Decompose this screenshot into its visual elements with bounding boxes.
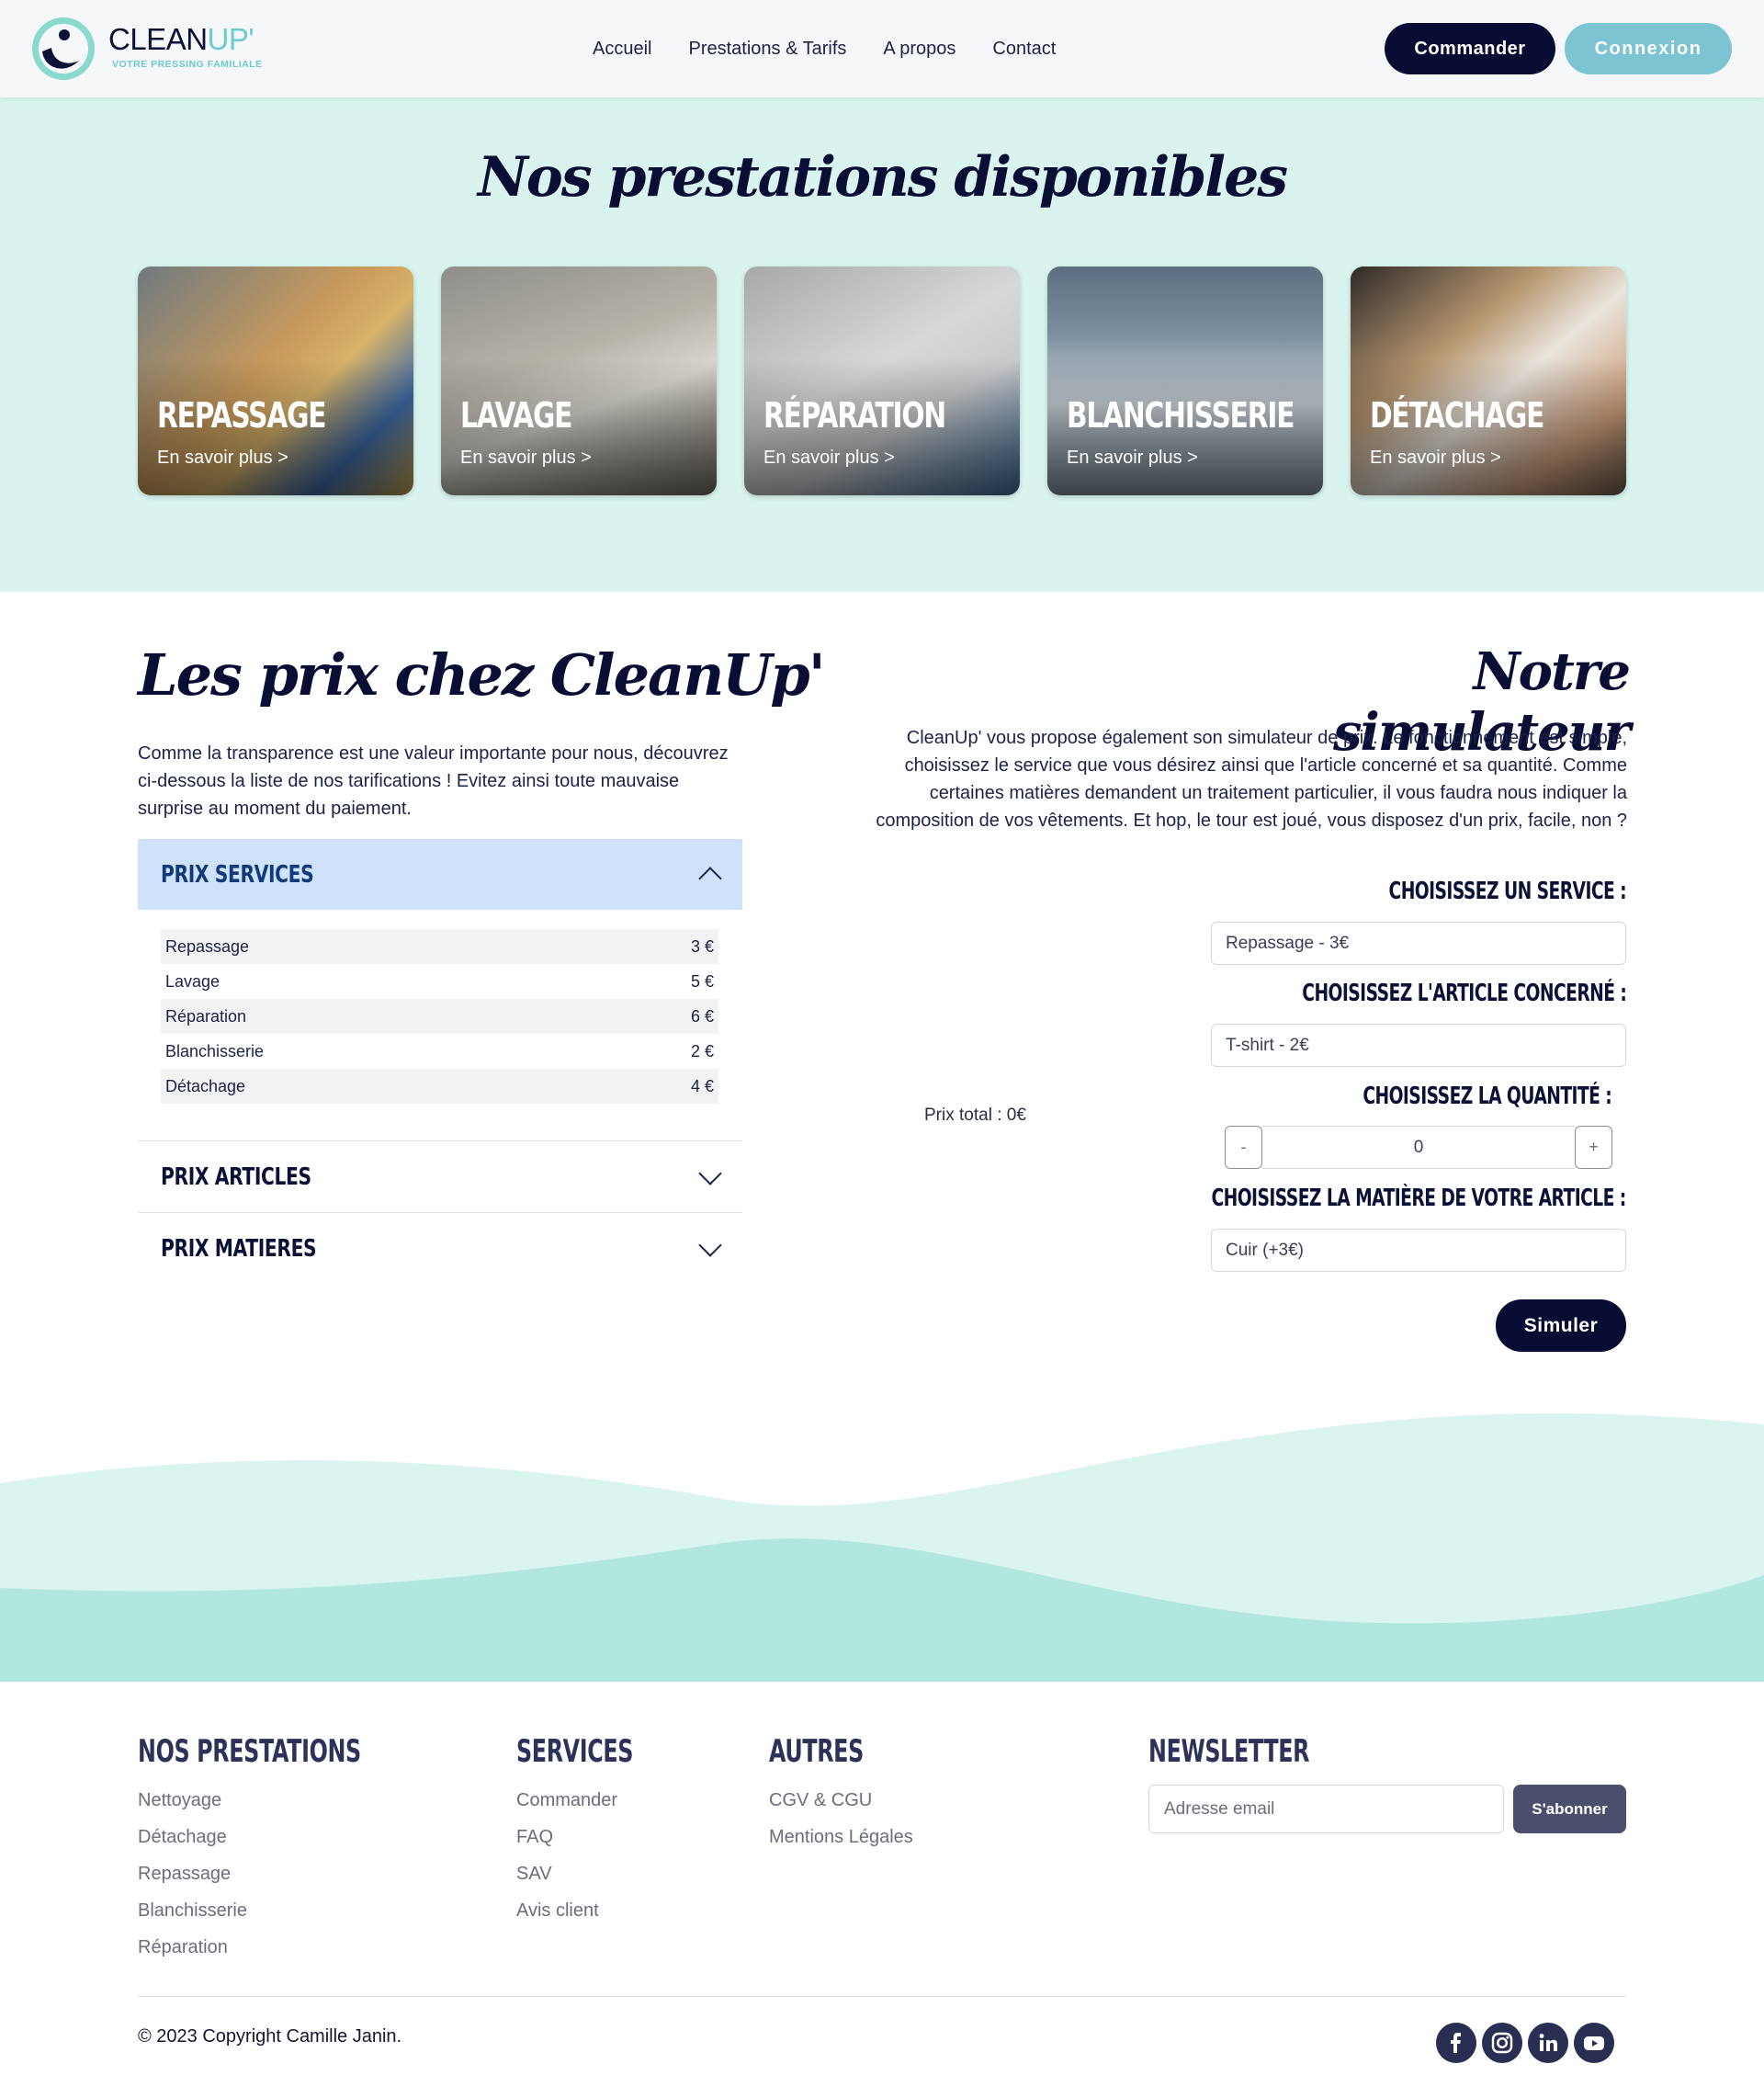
main-nav: Accueil Prestations & Tarifs A propos Co… <box>593 0 1056 97</box>
prestation-cards: REPASSAGE En savoir plus > LAVAGE En sav… <box>138 267 1626 495</box>
order-button[interactable]: Commander <box>1385 23 1555 74</box>
quantity-minus-button[interactable]: - <box>1225 1126 1262 1169</box>
logo-tagline: VOTRE PRESSING FAMILIALE <box>112 59 263 70</box>
footer-heading: AUTRES <box>769 1733 864 1770</box>
accordion-prix-articles: PRIX ARTICLES <box>138 1140 742 1213</box>
card-title: LAVAGE <box>460 395 572 436</box>
nav-a-propos[interactable]: A propos <box>883 39 956 60</box>
youtube-icon[interactable] <box>1574 2023 1614 2063</box>
article-label: CHOISISSEZ L'ARTICLE CONCERNÉ : <box>1301 980 1627 1007</box>
logo-mark-icon <box>32 17 95 80</box>
footer-link[interactable]: SAV <box>516 1855 684 1892</box>
card-lavage[interactable]: LAVAGE En savoir plus > <box>441 267 717 495</box>
footer-link[interactable]: Réparation <box>138 1929 457 1966</box>
footer-link[interactable]: Nettoyage <box>138 1782 457 1819</box>
wave-divider <box>0 1413 1764 1682</box>
table-row: Lavage 5 € <box>165 971 714 991</box>
quantity-label: CHOISISSEZ LA QUANTITÉ : <box>1363 1083 1611 1110</box>
accordion-header[interactable]: PRIX MATIERES <box>138 1213 742 1285</box>
card-detachage[interactable]: DÉTACHAGE En savoir plus > <box>1351 267 1626 495</box>
accordion-label: PRIX MATIERES <box>161 1235 317 1263</box>
nav-contact[interactable]: Contact <box>992 39 1056 60</box>
card-link[interactable]: En savoir plus > <box>460 448 592 469</box>
footer-divider <box>138 1996 1626 1997</box>
card-blanchisserie[interactable]: BLANCHISSERIE En savoir plus > <box>1047 267 1323 495</box>
footer-heading: SERVICES <box>516 1733 634 1770</box>
footer-link[interactable]: CGV & CGU <box>769 1782 913 1819</box>
footer-column-newsletter: NEWSLETTER <box>1148 1733 1378 1770</box>
material-label: CHOISISSEZ LA MATIÈRE DE VOTRE ARTICLE : <box>1211 1185 1627 1212</box>
footer-column-services: SERVICES Commander FAQ SAV Avis client <box>516 1733 684 1929</box>
quantity-plus-button[interactable]: + <box>1575 1126 1612 1169</box>
card-title: RÉPARATION <box>763 395 946 436</box>
accordion-header[interactable]: PRIX ARTICLES <box>138 1141 742 1213</box>
simulator-intro: CleanUp' vous propose également son simu… <box>876 728 1627 831</box>
subscribe-button[interactable]: S'abonner <box>1513 1785 1626 1833</box>
site-header: CLEANUP' VOTRE PRESSING FAMILIALE Accuei… <box>0 0 1764 97</box>
copyright: © 2023 Copyright Camille Janin. <box>138 2026 402 2047</box>
prestations-title: Nos prestations disponibles <box>477 145 1288 210</box>
accordion-label: PRIX SERVICES <box>161 860 314 889</box>
card-link[interactable]: En savoir plus > <box>157 448 288 469</box>
newsletter-email-input[interactable]: Adresse email <box>1148 1785 1504 1833</box>
card-repassage[interactable]: REPASSAGE En savoir plus > <box>138 267 413 495</box>
price-table: Repassage 3 € Lavage 5 € Réparation 6 € Bla… <box>161 929 718 1104</box>
quantity-input[interactable]: 0 <box>1262 1126 1575 1169</box>
simulate-button[interactable]: Simuler <box>1496 1299 1626 1352</box>
footer-column-prestations: NOS PRESTATIONS Nettoyage Détachage Repa… <box>138 1733 457 1966</box>
facebook-icon[interactable] <box>1436 2023 1476 2063</box>
quantity-stepper: - 0 + <box>1225 1126 1612 1169</box>
accordion-header[interactable]: PRIX SERVICES <box>138 839 742 910</box>
prices-title: Les prix chez CleanUp' <box>138 641 826 709</box>
footer-link[interactable]: FAQ <box>516 1819 684 1855</box>
service-select[interactable]: Repassage - 3€ <box>1211 922 1626 965</box>
logo[interactable]: CLEANUP' VOTRE PRESSING FAMILIALE <box>31 15 270 83</box>
material-select[interactable]: Cuir (+3€) <box>1211 1229 1626 1272</box>
accordion-prix-matieres: PRIX MATIERES <box>138 1212 742 1285</box>
chevron-up-icon <box>698 866 722 890</box>
nav-prestations-tarifs[interactable]: Prestations & Tarifs <box>688 39 846 60</box>
table-row: Blanchisserie 2 € <box>165 1041 714 1060</box>
table-row: Repassage 3 € <box>161 929 718 964</box>
service-label: CHOISISSEZ UN SERVICE : <box>1388 878 1626 905</box>
footer-link[interactable]: Avis client <box>516 1892 684 1929</box>
footer-link[interactable]: Mentions Légales <box>769 1819 913 1855</box>
accordion-label: PRIX ARTICLES <box>161 1163 311 1191</box>
total-price: Prix total : 0€ <box>924 1106 1026 1125</box>
footer-heading: NOS PRESTATIONS <box>138 1733 361 1770</box>
prices-intro: Comme la transparence est une valeur imp… <box>138 743 729 819</box>
footer-link[interactable]: Détachage <box>138 1819 457 1855</box>
nav-accueil[interactable]: Accueil <box>593 39 651 60</box>
login-button[interactable]: Connexion <box>1565 23 1732 74</box>
footer-column-autres: AUTRES CGV & CGU Mentions Légales <box>769 1733 913 1855</box>
card-link[interactable]: En savoir plus > <box>1370 448 1501 469</box>
social-links <box>1436 2023 1614 2063</box>
linkedin-icon[interactable] <box>1528 2023 1568 2063</box>
accordion-prix-services: PRIX SERVICES Repassage 3 € Lavage 5 € Rép… <box>138 839 742 1128</box>
logo-wordmark: CLEANUP' <box>108 22 254 56</box>
card-link[interactable]: En savoir plus > <box>1067 448 1198 469</box>
chevron-down-icon <box>698 1233 722 1257</box>
footer-link[interactable]: Repassage <box>138 1855 457 1892</box>
table-row: Réparation 6 € <box>161 999 718 1034</box>
chevron-down-icon <box>698 1162 722 1185</box>
footer-link[interactable]: Blanchisserie <box>138 1892 457 1929</box>
card-reparation[interactable]: RÉPARATION En savoir plus > <box>744 267 1020 495</box>
card-title: BLANCHISSERIE <box>1067 395 1295 436</box>
footer-link[interactable]: Commander <box>516 1782 684 1819</box>
article-select[interactable]: T-shirt - 2€ <box>1211 1024 1626 1067</box>
instagram-icon[interactable] <box>1482 2023 1522 2063</box>
footer-heading: NEWSLETTER <box>1148 1733 1310 1770</box>
card-title: REPASSAGE <box>157 395 327 436</box>
table-row: Détachage 4 € <box>161 1069 718 1104</box>
card-title: DÉTACHAGE <box>1370 395 1544 436</box>
card-link[interactable]: En savoir plus > <box>763 448 895 469</box>
prestations-section: Nos prestations disponibles REPASSAGE En… <box>0 97 1764 592</box>
